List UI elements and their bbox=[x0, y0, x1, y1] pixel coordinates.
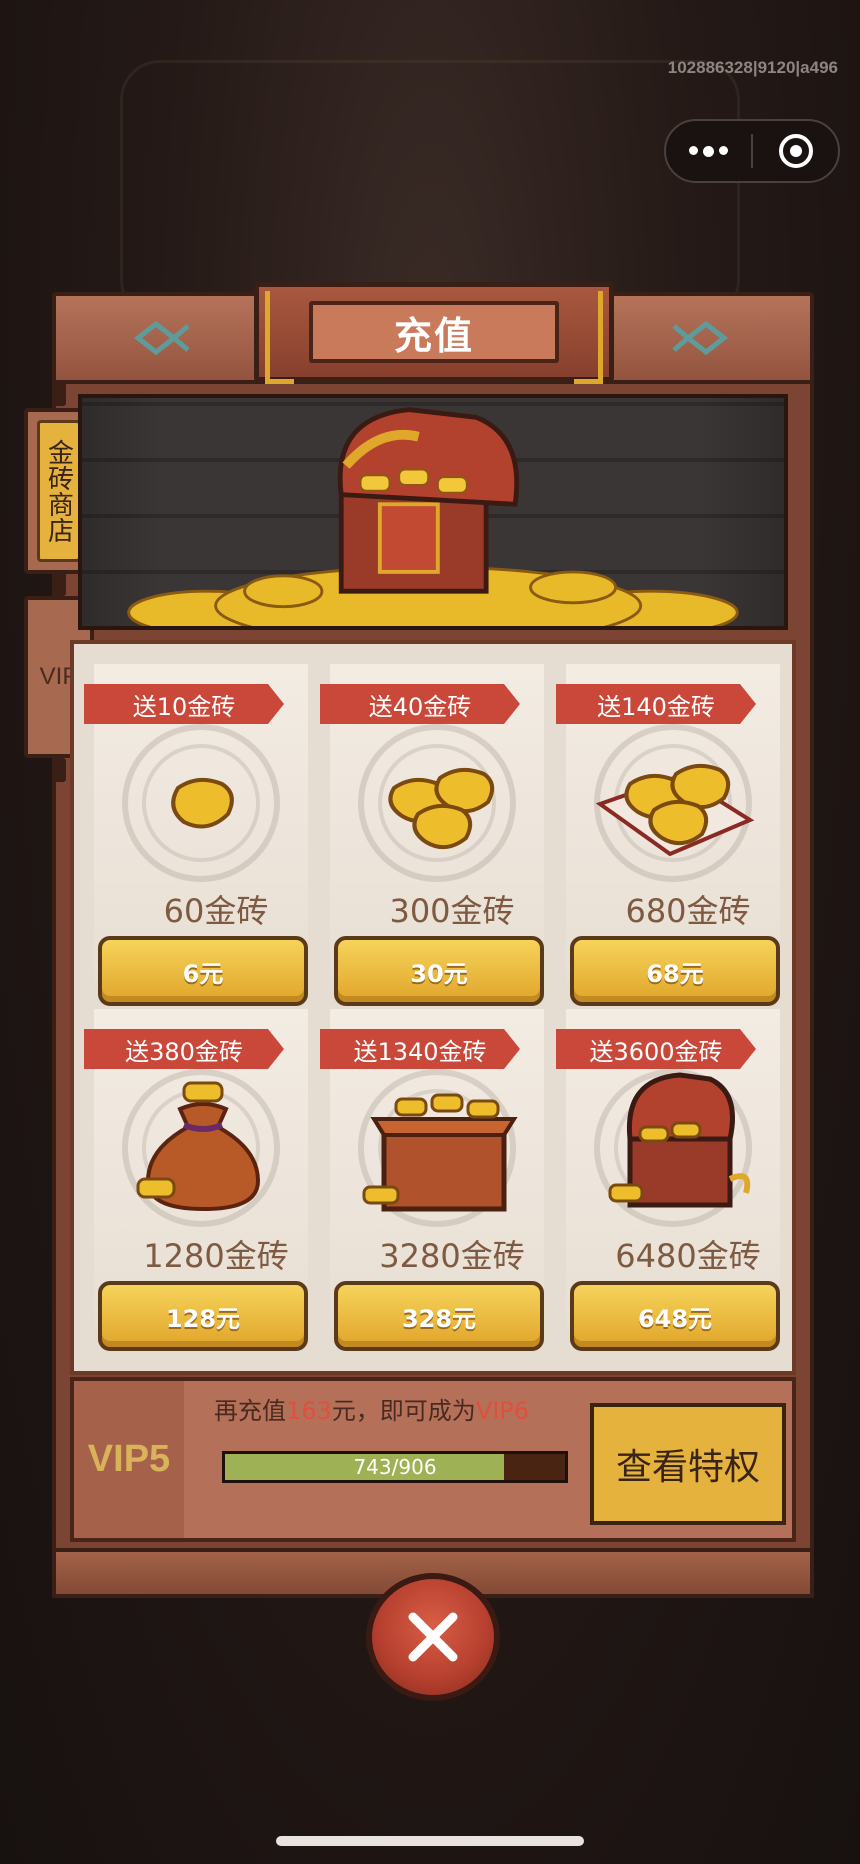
gold-brick-pile-icon bbox=[388, 767, 495, 850]
product-card[interactable]: 送380金砖 1280金砖 128元 bbox=[84, 1009, 308, 1351]
product-amount: 300金砖 bbox=[389, 892, 515, 930]
product-card[interactable]: 送140金砖 680金砖 68元 bbox=[556, 664, 780, 1006]
product-amount: 1280金砖 bbox=[143, 1237, 289, 1275]
product-amount: 680金砖 bbox=[625, 892, 751, 930]
treasure-chest-icon bbox=[608, 1072, 751, 1208]
vip-hint: 再充值163元，即可成为VIP6 bbox=[214, 1397, 530, 1425]
page-title: 充值 bbox=[309, 301, 559, 363]
title-banner: 充值 bbox=[254, 282, 614, 384]
price-button[interactable]: 648元 bbox=[570, 1281, 780, 1351]
vip-hint-amount: 163 bbox=[286, 1397, 332, 1425]
bonus-ribbon: 送1340金砖 bbox=[320, 1029, 520, 1069]
bonus-ribbon: 送380金砖 bbox=[84, 1029, 284, 1069]
session-id: 102886328|9120|a496 bbox=[667, 58, 838, 77]
close-button[interactable] bbox=[366, 1573, 500, 1701]
product-card[interactable]: 送1340金砖 3280金砖 328元 bbox=[320, 1009, 544, 1351]
vip-level: VIP5 bbox=[74, 1381, 184, 1538]
home-indicator bbox=[276, 1836, 584, 1846]
vip-progress-bar: 743/906 bbox=[222, 1451, 568, 1483]
price-button[interactable]: 128元 bbox=[98, 1281, 308, 1351]
price-button[interactable]: 6元 bbox=[98, 936, 308, 1006]
gold-crate-icon bbox=[362, 1093, 518, 1212]
close-miniprogram-button[interactable] bbox=[753, 121, 838, 181]
product-amount: 3280金砖 bbox=[379, 1237, 525, 1275]
price-button[interactable]: 328元 bbox=[334, 1281, 544, 1351]
treasure-chest-icon bbox=[127, 407, 739, 626]
bonus-ribbon: 送40金砖 bbox=[320, 684, 520, 724]
more-button[interactable] bbox=[666, 121, 751, 181]
background-decoration bbox=[120, 60, 740, 320]
gold-money-bag-icon bbox=[136, 1081, 261, 1212]
fish-ornament-icon bbox=[134, 320, 190, 356]
product-amount: 60金砖 bbox=[163, 892, 269, 930]
product-card[interactable]: 送10金砖 60金砖 6元 bbox=[84, 664, 308, 1006]
vip-hint-next-level: VIP6 bbox=[475, 1397, 530, 1425]
view-privileges-button[interactable]: 查看特权 bbox=[590, 1403, 786, 1525]
treasure-showcase bbox=[78, 394, 788, 630]
close-icon bbox=[408, 1612, 458, 1662]
single-gold-brick-icon bbox=[171, 777, 234, 829]
product-amount: 6480金砖 bbox=[615, 1237, 761, 1275]
gold-brick-tray-icon bbox=[595, 763, 755, 857]
price-button[interactable]: 68元 bbox=[570, 936, 780, 1006]
product-card[interactable]: 送3600金砖 6480金砖 648元 bbox=[556, 1009, 780, 1351]
vip-status-bar: VIP5 再充值163元，即可成为VIP6 743/906 查看特权 bbox=[70, 1377, 796, 1542]
target-icon bbox=[778, 134, 813, 168]
fish-ornament-icon bbox=[672, 320, 728, 356]
bonus-ribbon: 送10金砖 bbox=[84, 684, 284, 724]
more-dots-icon bbox=[689, 145, 728, 157]
tab-gold-brick-shop-label: 金砖商店 bbox=[37, 420, 81, 562]
product-card[interactable]: 送40金砖 300金砖 30元 bbox=[320, 664, 544, 1006]
mini-program-capsule bbox=[664, 119, 840, 183]
bonus-ribbon: 送140金砖 bbox=[556, 684, 756, 724]
product-grid: 送10金砖 60金砖 6元 送40金砖 300金砖 30元 送140金砖 680… bbox=[70, 640, 796, 1375]
vip-progress-text: 743/906 bbox=[353, 1455, 437, 1479]
bonus-ribbon: 送3600金砖 bbox=[556, 1029, 756, 1069]
price-button[interactable]: 30元 bbox=[334, 936, 544, 1006]
